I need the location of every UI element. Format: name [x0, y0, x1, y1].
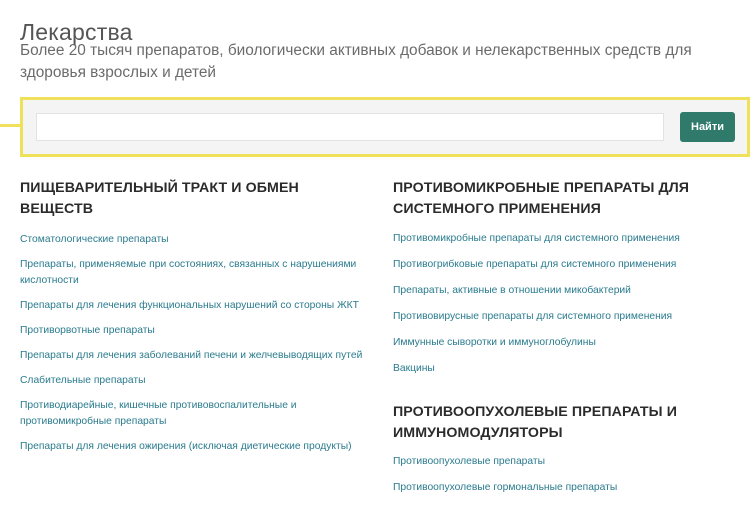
- category-link-list: Противоопухолевые препараты Противоопухо…: [393, 454, 738, 496]
- category-link[interactable]: Противовирусные препараты для системного…: [393, 309, 738, 325]
- category-antimicrobial: ПРОТИВОМИКРОБНЫЕ ПРЕПАРАТЫ ДЛЯ СИСТЕМНОГ…: [393, 178, 738, 387]
- category-link-list: Противомикробные препараты для системног…: [393, 231, 738, 377]
- category-link[interactable]: Препараты, применяемые при состояниях, с…: [20, 257, 365, 289]
- category-link[interactable]: Препараты для лечения ожирения (исключая…: [20, 439, 365, 455]
- category-link[interactable]: Противоопухолевые гормональные препараты: [393, 480, 738, 496]
- search-bar: Найти: [20, 97, 750, 157]
- category-link[interactable]: Препараты для лечения заболеваний печени…: [20, 348, 365, 364]
- category-link[interactable]: Иммунные сыворотки и иммуноглобулины: [393, 335, 738, 351]
- category-heading[interactable]: ПИЩЕВАРИТЕЛЬНЫЙ ТРАКТ И ОБМЕН ВЕЩЕСТВ: [20, 178, 365, 220]
- category-antineoplastic: ПРОТИВООПУХОЛЕВЫЕ ПРЕПАРАТЫ И ИММУНОМОДУ…: [393, 402, 738, 506]
- category-link[interactable]: Препараты для лечения функциональных нар…: [20, 298, 365, 314]
- search-button[interactable]: Найти: [680, 112, 735, 142]
- category-link[interactable]: Противогрибковые препараты для системног…: [393, 257, 738, 273]
- search-input[interactable]: [36, 113, 664, 141]
- category-heading[interactable]: ПРОТИВООПУХОЛЕВЫЕ ПРЕПАРАТЫ И ИММУНОМОДУ…: [393, 402, 738, 444]
- category-heading[interactable]: ПРОТИВОМИКРОБНЫЕ ПРЕПАРАТЫ ДЛЯ СИСТЕМНОГ…: [393, 178, 738, 220]
- category-link[interactable]: Противоопухолевые препараты: [393, 454, 738, 470]
- category-link[interactable]: Противорвотные препараты: [20, 323, 365, 339]
- category-link[interactable]: Вакцины: [393, 361, 738, 377]
- category-link[interactable]: Препараты, активные в отношении микобакт…: [393, 283, 738, 299]
- category-link[interactable]: Стоматологические препараты: [20, 232, 365, 248]
- category-link[interactable]: Слабительные препараты: [20, 373, 365, 389]
- category-link[interactable]: Противодиарейные, кишечные противовоспал…: [20, 398, 365, 430]
- category-link-list: Стоматологические препараты Препараты, п…: [20, 232, 365, 455]
- category-digestive: ПИЩЕВАРИТЕЛЬНЫЙ ТРАКТ И ОБМЕН ВЕЩЕСТВ Ст…: [20, 178, 365, 464]
- category-link[interactable]: Противомикробные препараты для системног…: [393, 231, 738, 247]
- page-subtitle: Более 20 тысяч препаратов, биологически …: [20, 42, 692, 81]
- search-accent-line: [0, 124, 20, 127]
